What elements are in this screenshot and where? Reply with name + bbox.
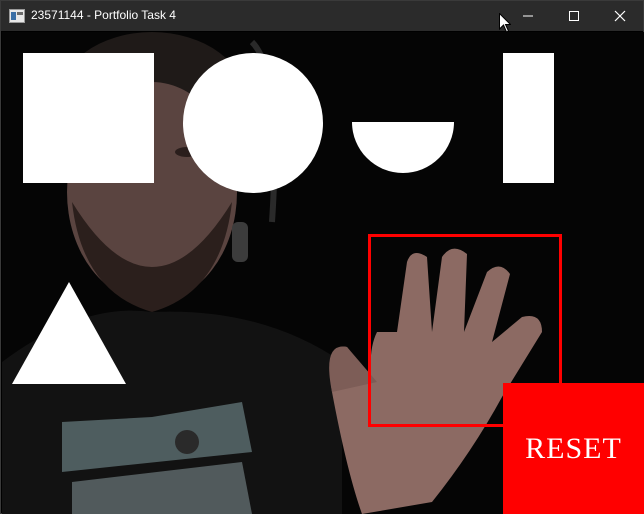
maximize-button[interactable] bbox=[551, 1, 597, 31]
line-shape[interactable] bbox=[503, 53, 554, 183]
triangle-shape[interactable] bbox=[12, 282, 126, 384]
reset-button[interactable]: RESET bbox=[503, 383, 644, 514]
minimize-icon bbox=[523, 15, 533, 17]
app-window: 23571144 - Portfolio Task 4 RESET bbox=[0, 0, 644, 514]
minimize-button[interactable] bbox=[505, 1, 551, 31]
close-button[interactable] bbox=[597, 1, 643, 31]
app-window-icon bbox=[9, 9, 25, 23]
reset-button-label: RESET bbox=[525, 431, 622, 465]
circle-shape[interactable] bbox=[183, 53, 323, 193]
semicircle-shape[interactable] bbox=[352, 122, 454, 174]
mouse-cursor-icon bbox=[499, 13, 511, 33]
close-icon bbox=[614, 10, 626, 22]
title-bar[interactable]: 23571144 - Portfolio Task 4 bbox=[1, 1, 643, 31]
maximize-icon bbox=[569, 11, 579, 21]
canvas-area[interactable]: RESET bbox=[2, 32, 644, 514]
square-shape[interactable] bbox=[23, 53, 154, 183]
window-title: 23571144 - Portfolio Task 4 bbox=[31, 8, 176, 22]
